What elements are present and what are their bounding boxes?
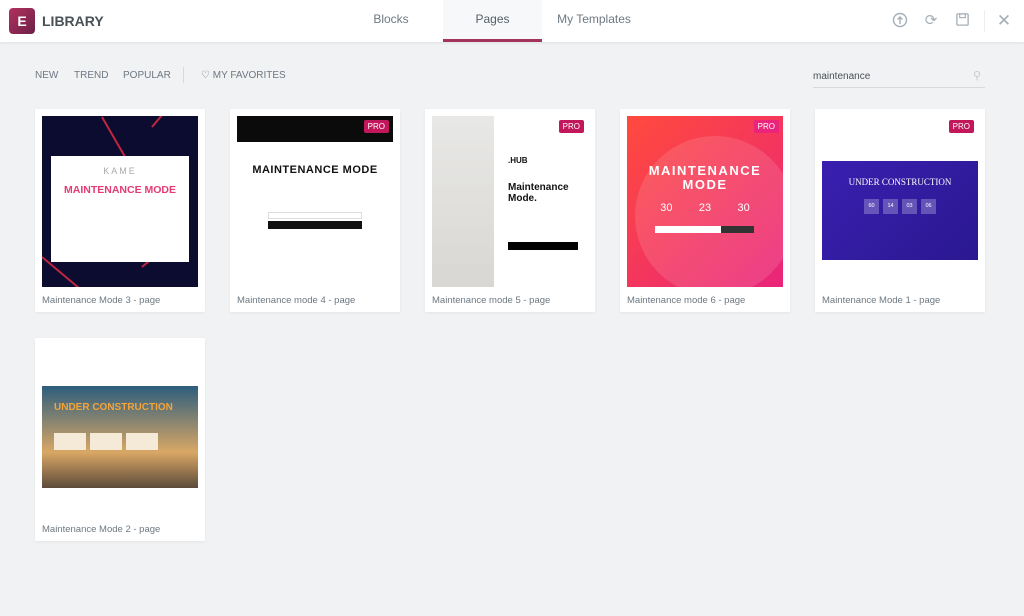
template-label: Maintenance mode 5 - page xyxy=(432,295,551,306)
thumb-heading: UNDER CONSTRUCTION xyxy=(54,402,173,413)
thumb-brand: .HUB xyxy=(508,156,528,165)
elementor-logo: E xyxy=(9,8,35,34)
thumb-heading: Maintenance Mode. xyxy=(508,182,569,204)
template-card[interactable]: MAINTENANCE MODE PRO Maintenance mode 4 … xyxy=(230,109,400,312)
template-card[interactable]: KAME MAINTENANCE MODE Maintenance Mode 3 … xyxy=(35,109,205,312)
close-icon[interactable]: ✕ xyxy=(995,12,1013,30)
countdown-value: 30 xyxy=(737,202,750,214)
pro-badge: PRO xyxy=(753,120,779,133)
library-header: E LIBRARY Blocks Pages My Templates ⟳ ✕ xyxy=(0,0,1024,42)
template-thumbnail: UNDER CONSTRUCTION 60 14 03 06 PRO xyxy=(822,116,978,287)
template-label: Maintenance Mode 3 - page xyxy=(42,295,161,306)
pro-badge: PRO xyxy=(558,120,584,133)
countdown-value: 23 xyxy=(698,202,712,214)
thumb-brand: KAME xyxy=(103,166,137,176)
countdown-value: 60 xyxy=(864,199,879,214)
save-icon[interactable] xyxy=(953,12,971,30)
template-label: Maintenance mode 4 - page xyxy=(237,295,356,306)
template-card[interactable]: UNDER CONSTRUCTION 60 14 03 06 PRO Maintena… xyxy=(815,109,985,312)
template-thumbnail: MAINTENANCE MODE PRO xyxy=(237,116,393,287)
header-divider xyxy=(984,10,985,32)
pro-badge: PRO xyxy=(363,120,389,133)
heart-icon: ♡ xyxy=(201,70,210,81)
library-title: LIBRARY xyxy=(42,13,104,29)
thumb-heading: UNDER CONSTRUCTION xyxy=(848,177,952,187)
template-card[interactable]: .HUB Maintenance Mode. PRO Maintenance m… xyxy=(425,109,595,312)
tab-blocks[interactable]: Blocks xyxy=(340,0,442,42)
favorites-label: MY FAVORITES xyxy=(212,70,286,81)
template-thumbnail: KAME MAINTENANCE MODE xyxy=(42,116,198,287)
filter-divider xyxy=(183,67,184,83)
filter-new[interactable]: NEW xyxy=(35,70,58,81)
template-label: Maintenance Mode 2 - page xyxy=(42,524,161,535)
countdown-value: 03 xyxy=(902,199,917,214)
sync-icon[interactable]: ⟳ xyxy=(922,12,940,30)
template-thumbnail: UNDER CONSTRUCTION xyxy=(42,345,198,516)
filter-trend[interactable]: TREND xyxy=(74,70,108,81)
template-thumbnail: MAINTENANCE MODE 30 23 30 PRO xyxy=(627,116,783,287)
thumb-heading: MAINTENANCE MODE xyxy=(252,164,378,176)
thumb-heading: MAINTENANCE MODE xyxy=(64,184,176,196)
countdown-value: 14 xyxy=(883,199,898,214)
template-thumbnail: .HUB Maintenance Mode. PRO xyxy=(432,116,588,287)
import-icon[interactable] xyxy=(891,12,909,30)
template-label: Maintenance Mode 1 - page xyxy=(822,295,941,306)
thumb-heading: MAINTENANCE MODE xyxy=(648,163,762,192)
countdown-value: 06 xyxy=(921,199,936,214)
template-label: Maintenance mode 6 - page xyxy=(627,295,746,306)
filter-my-favorites[interactable]: ♡ MY FAVORITES xyxy=(201,70,286,81)
tab-my-templates[interactable]: My Templates xyxy=(545,0,643,42)
filter-popular[interactable]: POPULAR xyxy=(123,70,171,81)
search-input[interactable] xyxy=(813,66,985,88)
pro-badge: PRO xyxy=(948,120,974,133)
countdown-value: 30 xyxy=(660,202,673,214)
template-card[interactable]: MAINTENANCE MODE 30 23 30 PRO Maintenance … xyxy=(620,109,790,312)
tab-pages[interactable]: Pages xyxy=(443,0,542,42)
template-card[interactable]: UNDER CONSTRUCTION Maintenance Mode 2 - … xyxy=(35,338,205,541)
search-icon[interactable]: ⚲ xyxy=(973,69,981,82)
